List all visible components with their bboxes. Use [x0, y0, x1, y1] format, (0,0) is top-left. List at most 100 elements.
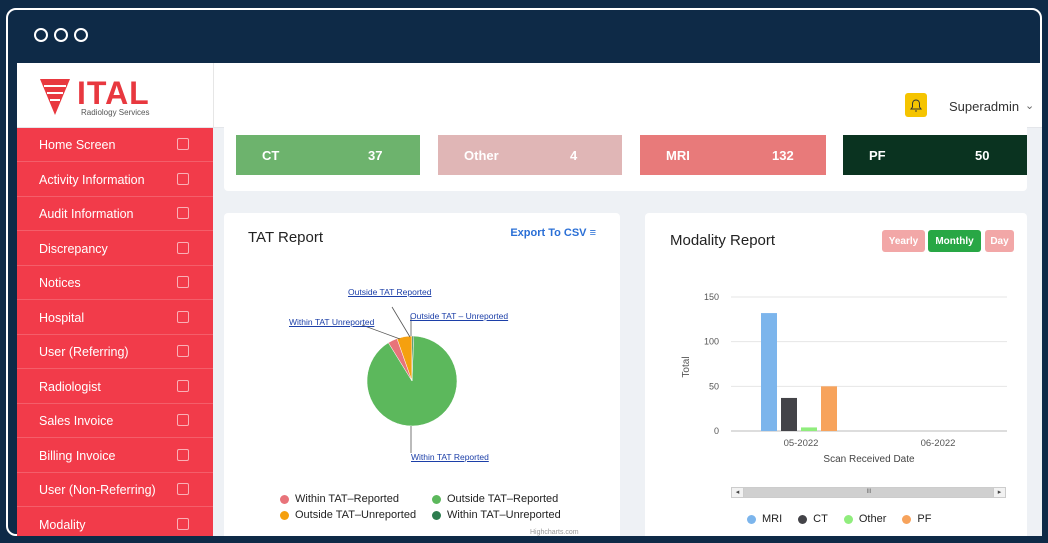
bar-other[interactable] — [801, 427, 817, 431]
modality-count-mri[interactable]: MRI 132 — [640, 135, 826, 175]
sidebar-item-label: User (Non-Referring) — [39, 483, 156, 497]
x-tick-label: 06-2022 — [921, 438, 956, 449]
sidebar-item-sales-invoice[interactable]: Sales Invoice — [17, 404, 213, 438]
window-dot-icon[interactable] — [74, 28, 88, 42]
legend-item[interactable]: CT — [798, 513, 828, 525]
legend-item[interactable]: Outside TAT–Reported — [432, 493, 558, 505]
legend-item[interactable]: Within TAT–Unreported — [432, 509, 561, 521]
modality-count-value: 132 — [772, 148, 794, 163]
sidebar-item-audit-information[interactable]: Audit Information — [17, 197, 213, 231]
calculator-icon — [177, 483, 189, 495]
book-icon — [177, 207, 189, 219]
sidebar: Home Screen Activity Information Audit Inf… — [17, 128, 213, 536]
calculator-icon — [177, 414, 189, 426]
sidebar-item-user-non-referring[interactable]: User (Non-Referring) — [17, 473, 213, 507]
legend-item[interactable]: MRI — [747, 513, 782, 525]
y-tick-label: 50 — [709, 381, 719, 391]
brand-subtitle: Radiology Services — [81, 108, 150, 117]
legend-label: MRI — [762, 513, 783, 525]
legend-dot-icon — [843, 514, 853, 524]
modality-count-value: 37 — [368, 148, 383, 163]
sidebar-item-activity-information[interactable]: Activity Information — [17, 163, 213, 197]
legend-item[interactable]: Other — [843, 513, 887, 525]
sidebar-item-home-screen[interactable]: Home Screen — [17, 128, 213, 162]
modality-count-label: Other — [464, 148, 499, 163]
x-axis-label: Scan Received Date — [823, 454, 915, 465]
legend-item[interactable]: Within TAT–Reported — [280, 493, 399, 505]
sidebar-item-label: Billing Invoice — [39, 448, 116, 463]
sidebar-item-label: User (Referring) — [39, 345, 129, 359]
legend-label: PF — [917, 513, 932, 525]
modality-count-label: CT — [262, 148, 280, 163]
scroll-right-icon[interactable]: ▸ — [993, 488, 1005, 497]
sidebar-item-modality[interactable]: Modality — [17, 508, 213, 537]
legend-label: Other — [858, 513, 887, 525]
sidebar-item-label: Hospital — [39, 310, 85, 325]
notification-bell-button[interactable] — [905, 93, 927, 117]
sidebar-item-user-referring[interactable]: User (Referring) — [17, 335, 213, 369]
app-container: ITAL Radiology Services Superadmin ⌄ Hom… — [17, 63, 1042, 536]
scroll-left-icon[interactable]: ◂ — [732, 488, 744, 497]
y-axis-label: Total — [681, 356, 692, 377]
bar-pf[interactable] — [821, 386, 837, 431]
modality-count-label: PF — [869, 148, 886, 163]
legend-dot-icon — [432, 510, 441, 520]
file-icon — [177, 345, 189, 357]
y-tick-label: 0 — [714, 426, 719, 436]
modality-count-pf[interactable]: PF 50 — [843, 135, 1027, 175]
legend-dot-icon — [432, 494, 441, 504]
user-menu[interactable]: Superadmin — [949, 99, 1019, 114]
bar-mri[interactable] — [761, 313, 777, 431]
sidebar-item-notices[interactable]: Notices — [17, 266, 213, 300]
chart-scrollbar[interactable]: ◂ III ▸ — [731, 487, 1006, 498]
sidebar-item-billing-invoice[interactable]: Billing Invoice — [17, 439, 213, 473]
calculator-icon — [177, 448, 189, 461]
window-controls — [34, 28, 88, 42]
scroll-thumb[interactable]: III — [744, 488, 994, 497]
top-bar: ITAL Radiology Services Superadmin ⌄ — [17, 63, 1042, 128]
modality-count-ct[interactable]: CT 37 — [236, 135, 420, 175]
brand-name: ITAL — [77, 75, 150, 111]
chevron-down-icon[interactable]: ⌄ — [1025, 99, 1034, 112]
window-dot-icon[interactable] — [54, 28, 68, 42]
legend-label: Outside TAT–Unreported — [295, 509, 417, 521]
sidebar-item-radiologist[interactable]: Radiologist — [17, 370, 213, 404]
legend-label: Outside TAT–Reported — [447, 493, 559, 505]
bar-chart-icon — [177, 172, 189, 185]
sidebar-item-label: Sales Invoice — [39, 414, 114, 428]
y-tick-label: 100 — [704, 337, 719, 347]
sidebar-item-discrepancy[interactable]: Discrepancy — [17, 232, 213, 266]
brand-logo[interactable]: ITAL Radiology Services — [17, 63, 214, 127]
legend-dot-icon — [280, 510, 289, 520]
tat-report-panel: TAT Report Export To CSV ≡ Outside TAT R… — [224, 213, 620, 536]
window-dot-icon[interactable] — [34, 28, 48, 42]
bar-ct[interactable] — [781, 397, 797, 431]
legend-item[interactable]: Outside TAT–Unreported — [280, 509, 416, 521]
legend-item[interactable]: PF — [902, 513, 931, 525]
y-tick-label: 150 — [704, 292, 719, 302]
chart-credit[interactable]: Highcharts.com — [530, 529, 579, 536]
logo-v-icon — [40, 79, 70, 115]
monitor-icon — [177, 138, 189, 150]
legend-label: CT — [813, 513, 828, 525]
sidebar-item-label: Notices — [39, 276, 81, 290]
modality-counts-panel: CT 37 Other 4 MRI 132 PF 50 — [224, 127, 1027, 191]
pie-label-within-unreported: Within TAT Unreported — [289, 317, 375, 327]
legend-label: Within TAT–Reported — [295, 493, 399, 505]
user-icon — [177, 241, 189, 254]
sidebar-item-label: Radiologist — [39, 379, 101, 394]
pie-label-within-reported: Within TAT Reported — [411, 452, 489, 462]
sidebar-item-label: Discrepancy — [39, 241, 108, 256]
modality-count-value: 4 — [570, 148, 578, 163]
legend-label: Within TAT–Unreported — [447, 509, 561, 521]
legend-dot-icon — [902, 514, 912, 524]
sidebar-item-hospital[interactable]: Hospital — [17, 301, 213, 335]
x-tick-label: 05-2022 — [784, 438, 819, 449]
modality-report-panel: Modality Report Yearly Monthly Day 0 50 10… — [645, 213, 1027, 536]
edit-icon — [177, 276, 189, 288]
modality-count-other[interactable]: Other 4 — [438, 135, 622, 175]
modality-count-label: MRI — [666, 148, 690, 163]
file-icon — [177, 379, 189, 392]
file-icon — [177, 310, 189, 323]
sidebar-item-label: Activity Information — [39, 172, 145, 187]
